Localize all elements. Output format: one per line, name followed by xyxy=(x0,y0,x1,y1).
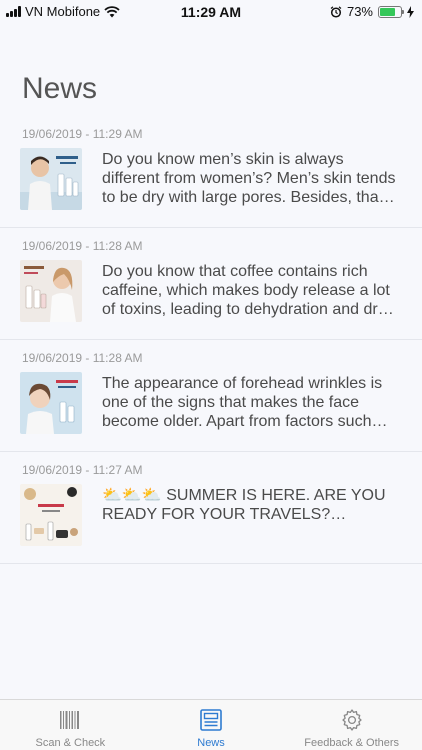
news-item[interactable]: 19/06/2019 - 11:29 AM Do you know men’s … xyxy=(0,116,422,228)
news-excerpt: Do you know that coffee contains rich ca… xyxy=(102,263,394,318)
news-excerpt: Do you know men’s skin is always differe… xyxy=(102,151,396,206)
news-item[interactable]: 19/06/2019 - 11:28 AM The appearance of … xyxy=(0,340,422,452)
news-thumbnail xyxy=(20,260,82,322)
news-item[interactable]: 19/06/2019 - 11:28 AM Do you know that c… xyxy=(0,228,422,340)
page-title: News xyxy=(22,72,98,105)
tab-bar: Scan & Check News Feedback & Others xyxy=(0,699,422,750)
tab-scan-check[interactable]: Scan & Check xyxy=(0,700,141,750)
news-thumbnail xyxy=(20,148,82,210)
newspaper-icon xyxy=(200,709,222,731)
charging-icon xyxy=(407,5,414,18)
barcode-icon xyxy=(60,711,80,729)
tab-label: News xyxy=(197,737,225,749)
news-excerpt: The appearance of forehead wrinkles is o… xyxy=(102,375,388,430)
status-right: 73% xyxy=(330,4,414,19)
alarm-icon xyxy=(330,5,342,18)
tab-label: Scan & Check xyxy=(35,737,106,749)
tab-feedback-others[interactable]: Feedback & Others xyxy=(281,700,422,750)
battery-percent: 73% xyxy=(346,4,373,19)
news-date: 19/06/2019 - 11:29 AM xyxy=(22,127,143,141)
battery-icon xyxy=(378,5,404,18)
news-date: 19/06/2019 - 11:28 AM xyxy=(22,239,143,253)
tab-news[interactable]: News xyxy=(141,700,282,750)
battery-fill xyxy=(380,7,395,16)
tab-label: Feedback & Others xyxy=(304,737,400,749)
news-list: 19/06/2019 - 11:29 AM Do you know men’s … xyxy=(0,116,422,564)
gear-icon xyxy=(342,709,362,731)
news-excerpt: ⛅⛅⛅ SUMMER IS HERE. ARE YOU READY FOR YO… xyxy=(102,487,386,523)
news-thumbnail xyxy=(20,372,82,434)
news-date: 19/06/2019 - 11:27 AM xyxy=(22,463,143,477)
status-bar: VN Mobifone 11:29 AM 73% xyxy=(0,0,422,24)
news-thumbnail xyxy=(20,484,82,546)
news-item[interactable]: 19/06/2019 - 11:27 AM ⛅⛅⛅ SUMMER IS HERE… xyxy=(0,452,422,564)
news-date: 19/06/2019 - 11:28 AM xyxy=(22,351,143,365)
